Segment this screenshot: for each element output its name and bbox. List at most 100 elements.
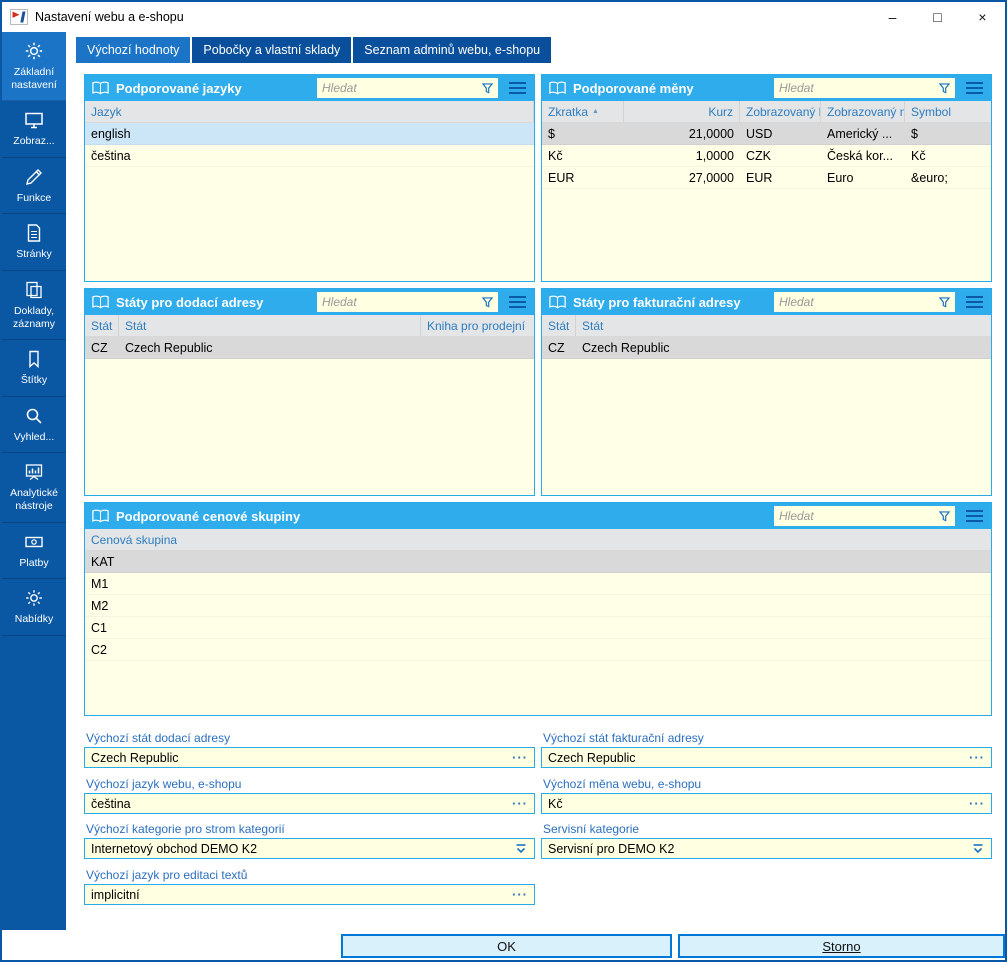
filter-icon[interactable] <box>939 297 950 308</box>
sidebar: Základní nastavení Zobraz... Funkce Strá… <box>2 32 66 930</box>
hamburger-menu-icon[interactable] <box>504 292 531 312</box>
storno-button[interactable]: Storno <box>678 934 1005 958</box>
table-row[interactable]: Kč 1,0000 CZK Česká kor... Kč <box>542 145 991 167</box>
tree-dropdown-icon[interactable] <box>514 842 528 856</box>
sidebar-item-stitky[interactable]: Štítky <box>2 340 66 397</box>
tab-vychozi-hodnoty[interactable]: Výchozí hodnoty <box>76 37 190 63</box>
gear-icon <box>24 41 44 61</box>
hamburger-menu-icon[interactable] <box>961 78 988 98</box>
table-row[interactable]: M1 <box>85 573 991 595</box>
field-value: Czech Republic <box>548 751 969 765</box>
field-label: Výchozí kategorie pro strom kategorií <box>84 822 535 836</box>
filter-icon[interactable] <box>482 83 493 94</box>
app-logo-icon <box>10 8 28 26</box>
bookmark-icon <box>24 349 44 369</box>
table-row[interactable]: $ 21,0000 USD Americký ... $ <box>542 123 991 145</box>
default-category-tree-input[interactable]: Internetový obchod DEMO K2 <box>84 838 535 859</box>
cell-symbol: Kč <box>905 145 991 166</box>
cell-language: čeština <box>85 145 534 166</box>
sidebar-item-vyhledavani[interactable]: Vyhled... <box>2 397 66 454</box>
column-header[interactable]: Symbol <box>905 101 991 122</box>
filter-icon[interactable] <box>939 511 950 522</box>
column-header[interactable]: Zkratka▲ <box>542 101 624 122</box>
column-header[interactable]: Zobrazovaný k <box>740 101 821 122</box>
table-header: Stát Stát <box>542 315 991 337</box>
sidebar-item-nabidky[interactable]: Nabídky <box>2 579 66 636</box>
search-placeholder: Hledat <box>322 81 482 95</box>
sidebar-item-zakladni-nastaveni[interactable]: Základní nastavení <box>2 32 66 101</box>
ellipsis-icon[interactable]: ··· <box>969 796 985 811</box>
table-row[interactable]: C1 <box>85 617 991 639</box>
search-input[interactable]: Hledat <box>774 506 955 526</box>
table-row[interactable]: čeština <box>85 145 534 167</box>
table-header: Cenová skupina <box>85 529 991 551</box>
book-icon <box>548 294 567 310</box>
sidebar-item-funkce[interactable]: Funkce <box>2 158 66 215</box>
hamburger-menu-icon[interactable] <box>961 506 988 526</box>
cell-stat-code: CZ <box>85 337 119 358</box>
service-category-input[interactable]: Servisní pro DEMO K2 <box>541 838 992 859</box>
table-row[interactable]: english <box>85 123 534 145</box>
field-label: Výchozí stát fakturační adresy <box>541 731 992 745</box>
default-edit-language-input[interactable]: implicitní ··· <box>84 884 535 905</box>
default-currency-input[interactable]: Kč ··· <box>541 793 992 814</box>
table-row[interactable]: CZ Czech Republic <box>85 337 534 359</box>
tab-seznam-adminu[interactable]: Seznam adminů webu, e-shopu <box>353 37 551 63</box>
sidebar-item-label: Štítky <box>21 374 47 387</box>
ok-button-label: OK <box>497 939 516 954</box>
ellipsis-icon[interactable]: ··· <box>512 750 528 765</box>
column-header[interactable]: Stát <box>542 315 576 336</box>
gear-icon <box>24 588 44 608</box>
panel-shipping-states: Státy pro dodací adresy Hledat Stát Stát… <box>84 288 535 496</box>
table-row[interactable]: C2 <box>85 639 991 661</box>
minimize-button[interactable]: – <box>870 2 915 32</box>
cell-stat-name: Czech Republic <box>119 337 421 358</box>
default-language-input[interactable]: čeština ··· <box>84 793 535 814</box>
search-input[interactable]: Hledat <box>774 78 955 98</box>
default-shipping-state-input[interactable]: Czech Republic ··· <box>84 747 535 768</box>
table-row[interactable]: M2 <box>85 595 991 617</box>
ok-button[interactable]: OK <box>341 934 672 958</box>
hamburger-menu-icon[interactable] <box>504 78 531 98</box>
monitor-icon <box>24 110 44 130</box>
sort-asc-icon: ▲ <box>592 108 599 115</box>
search-input[interactable]: Hledat <box>774 292 955 312</box>
tab-pobocky-a-vlastni-sklady[interactable]: Pobočky a vlastní sklady <box>192 37 351 63</box>
maximize-button[interactable]: □ <box>915 2 960 32</box>
ellipsis-icon[interactable]: ··· <box>512 887 528 902</box>
sidebar-item-platby[interactable]: Platby <box>2 523 66 580</box>
sidebar-item-stranky[interactable]: Stránky <box>2 214 66 271</box>
filter-icon[interactable] <box>482 297 493 308</box>
table-row[interactable]: EUR 27,0000 EUR Euro &euro; <box>542 167 991 189</box>
column-header[interactable]: Stát <box>576 315 991 336</box>
column-header[interactable]: Jazyk <box>85 101 534 122</box>
ellipsis-icon[interactable]: ··· <box>512 796 528 811</box>
panel-title: Podporované cenové skupiny <box>116 509 300 524</box>
sidebar-item-zobrazeni[interactable]: Zobraz... <box>2 101 66 158</box>
table-row[interactable]: KAT <box>85 551 991 573</box>
tree-dropdown-icon[interactable] <box>971 842 985 856</box>
search-input[interactable]: Hledat <box>317 78 498 98</box>
column-header[interactable]: Kniha pro prodejní <box>421 315 534 336</box>
column-header[interactable]: Kurz <box>624 101 740 122</box>
hamburger-menu-icon[interactable] <box>961 292 988 312</box>
search-input[interactable]: Hledat <box>317 292 498 312</box>
field-value: Czech Republic <box>91 751 512 765</box>
panel-supported-currencies: Podporované měny Hledat Zkratka▲ Kurz Zo… <box>541 74 992 282</box>
column-header[interactable]: Zobrazovaný n <box>821 101 905 122</box>
cell-kurz: 27,0000 <box>624 167 740 188</box>
cell-cenova-skupina: M1 <box>85 573 991 594</box>
column-header[interactable]: Stát <box>85 315 119 336</box>
default-billing-state-input[interactable]: Czech Republic ··· <box>541 747 992 768</box>
table-row[interactable]: CZ Czech Republic <box>542 337 991 359</box>
field-service-category: Servisní kategorie Servisní pro DEMO K2 <box>541 822 992 859</box>
cell-zkratka: EUR <box>542 167 624 188</box>
filter-icon[interactable] <box>939 83 950 94</box>
column-header[interactable]: Stát <box>119 315 421 336</box>
sidebar-item-doklady-zaznamy[interactable]: Doklady, záznamy <box>2 271 66 340</box>
ellipsis-icon[interactable]: ··· <box>969 750 985 765</box>
sidebar-item-analyticke-nastroje[interactable]: Analytické nástroje <box>2 453 66 522</box>
close-button[interactable]: × <box>960 2 1005 32</box>
column-header[interactable]: Cenová skupina <box>85 529 991 550</box>
panel-header: Podporované měny Hledat <box>542 75 991 101</box>
